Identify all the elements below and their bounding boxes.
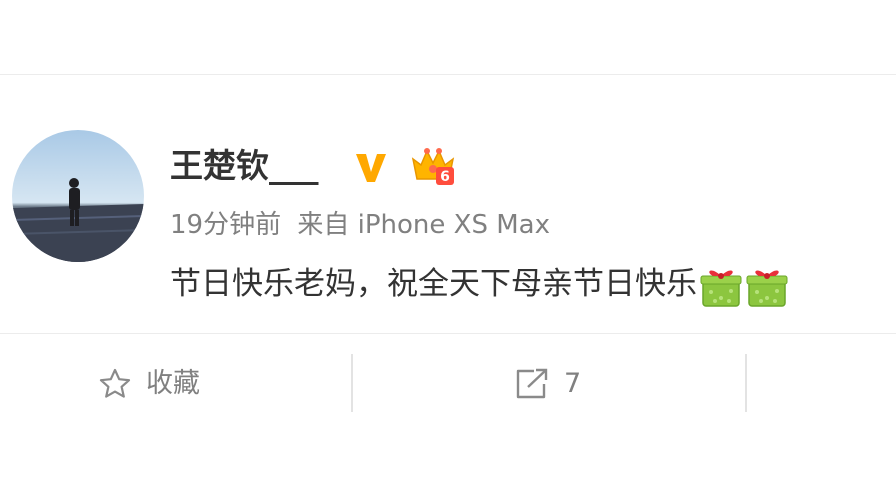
crown-member-badge-icon[interactable]: 6 xyxy=(410,145,456,187)
member-level-text: 6 xyxy=(440,169,450,185)
username[interactable]: 王楚钦___ xyxy=(170,146,319,186)
gift-emoji xyxy=(699,264,743,308)
repost-button[interactable]: 7 xyxy=(514,366,581,402)
post-meta: 19分钟前 来自 iPhone XS Max xyxy=(170,208,550,242)
verified-v-icon[interactable] xyxy=(352,148,390,186)
star-icon xyxy=(98,367,132,401)
action-separator xyxy=(351,354,353,412)
gift-emoji xyxy=(745,264,789,308)
post-content: 节日快乐老妈，祝全天下母亲节日快乐 xyxy=(170,263,789,308)
post-actions-bar: 收藏 7 xyxy=(0,334,896,434)
share-arrow-icon xyxy=(514,367,550,401)
post-time[interactable]: 19分钟前 xyxy=(170,208,281,242)
post-text: 节日快乐老妈，祝全天下母亲节日快乐 xyxy=(170,266,697,302)
post-source: 来自 iPhone XS Max xyxy=(297,210,550,240)
favorite-button[interactable]: 收藏 xyxy=(98,366,200,402)
action-separator xyxy=(745,354,747,412)
favorite-label: 收藏 xyxy=(146,368,200,399)
avatar[interactable] xyxy=(12,130,144,262)
top-divider xyxy=(0,74,896,75)
repost-count: 7 xyxy=(564,368,582,399)
